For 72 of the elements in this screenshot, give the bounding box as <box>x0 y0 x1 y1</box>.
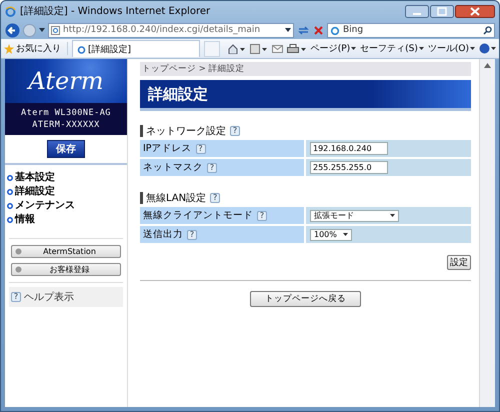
section-heading: 無線LAN設定 <box>146 192 206 205</box>
help-icon[interactable]: ? <box>230 126 240 136</box>
back-to-top-button[interactable]: トップページへ戻る <box>250 291 361 307</box>
help-icon[interactable]: ? <box>257 210 267 220</box>
maximize-icon[interactable] <box>430 4 454 18</box>
address-field[interactable]: http://192.168.0.240/index.cgi/details_main <box>48 22 294 38</box>
page-title: 詳細設定 <box>140 80 471 111</box>
menu-button[interactable]: ページ(P) <box>310 42 356 55</box>
help-icon[interactable]: ? <box>207 162 217 172</box>
scroll-up-icon[interactable] <box>484 63 491 68</box>
home-icon[interactable] <box>228 44 246 54</box>
dropdown[interactable]: 拡張モード <box>310 210 399 222</box>
caret-icon <box>351 46 356 50</box>
scrollbar[interactable] <box>479 59 495 407</box>
minimize-icon[interactable] <box>405 4 429 18</box>
nav-link[interactable]: メンテナンス <box>7 199 125 212</box>
browser-logo-icon <box>77 44 86 54</box>
help-icon[interactable]: ? <box>210 193 220 203</box>
logo: Aterm <box>5 59 127 103</box>
dropdown[interactable]: 100% <box>310 228 352 240</box>
dot-icon <box>15 266 22 273</box>
browser-logo-icon <box>5 6 16 16</box>
help-icon[interactable] <box>479 43 496 54</box>
search-icon[interactable] <box>483 26 492 34</box>
help-icon[interactable]: ? <box>196 144 206 154</box>
device-id: ATERM-XXXXXX <box>31 119 101 131</box>
feed-icon[interactable] <box>250 44 268 54</box>
nav-link[interactable]: 基本設定 <box>7 171 125 184</box>
breadcrumb: トップページ > 詳細設定 <box>140 62 471 76</box>
menu-button[interactable]: ツール(O) <box>428 42 476 55</box>
close-icon[interactable] <box>455 4 495 18</box>
input-field[interactable]: 255.255.255.0 <box>310 161 388 174</box>
back-icon[interactable] <box>5 22 20 38</box>
field-label: 無線クライアントモード <box>143 209 253 222</box>
nav-link[interactable]: 詳細設定 <box>7 185 125 198</box>
menu-button[interactable]: セーフティ(S) <box>360 42 424 55</box>
dropdown-icon[interactable] <box>39 28 45 32</box>
field-label: 送信出力 <box>143 228 183 241</box>
star-icon <box>4 44 14 54</box>
caret-icon <box>390 214 395 217</box>
browser-tab[interactable]: [詳細設定] <box>72 40 200 57</box>
favorites-button[interactable]: お気に入り <box>4 42 68 55</box>
link-button[interactable]: AtermStation <box>11 245 121 258</box>
nav-link[interactable]: 情報 <box>7 213 125 226</box>
help-link[interactable]: ヘルプ表示 <box>24 290 74 304</box>
field-label: ネットマスク <box>143 161 203 174</box>
window-title: [詳細設定] - Windows Internet Explorer <box>20 4 212 18</box>
device-model: Aterm WL300NE-AG <box>20 107 112 119</box>
caret-icon[interactable] <box>285 28 291 32</box>
page-icon <box>51 26 60 34</box>
stop-icon[interactable] <box>313 24 324 36</box>
help-icon[interactable]: ? <box>11 292 21 302</box>
bullet-icon <box>7 174 13 180</box>
refresh-icon[interactable] <box>297 24 310 36</box>
mail-icon[interactable] <box>272 44 283 53</box>
dot-icon <box>15 248 22 255</box>
caret-icon <box>342 233 348 236</box>
bullet-icon <box>7 188 13 194</box>
help-icon[interactable]: ? <box>187 230 197 240</box>
caret-icon <box>418 46 424 50</box>
field-label: IPアドレス <box>143 142 192 155</box>
caret-icon <box>470 46 476 50</box>
bullet-icon <box>7 202 13 208</box>
link-button[interactable]: お客様登録 <box>11 263 121 276</box>
search-field[interactable]: Bing <box>327 22 495 38</box>
apply-button[interactable]: 設定 <box>447 255 471 270</box>
bing-logo-icon <box>330 26 340 34</box>
save-button[interactable]: 保存 <box>47 140 85 158</box>
input-field[interactable]: 192.168.0.240 <box>310 142 388 155</box>
printer-icon[interactable] <box>286 44 307 54</box>
bullet-icon <box>7 216 13 222</box>
section-heading: ネットワーク設定 <box>146 124 226 138</box>
